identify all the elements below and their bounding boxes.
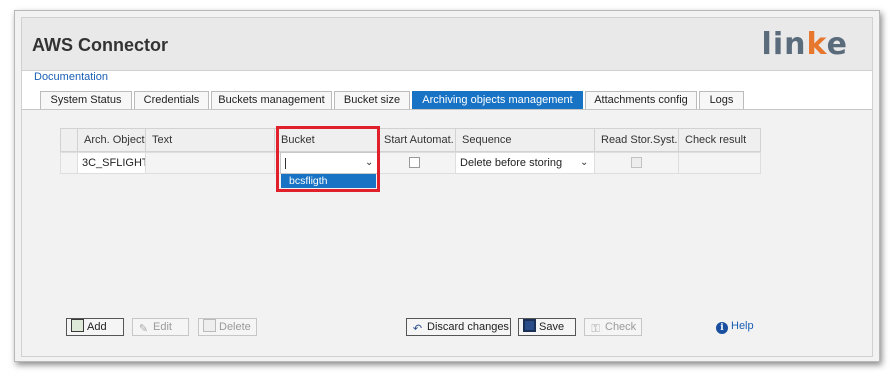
documentation-link[interactable]: Documentation	[34, 71, 108, 83]
sequence-value: Delete before storing	[460, 157, 563, 169]
add-button[interactable]: Add	[66, 318, 124, 336]
column-header-bucket[interactable]: Bucket	[274, 128, 378, 152]
row-selector-header[interactable]	[60, 128, 78, 152]
bucket-select[interactable]: ⌄	[280, 152, 378, 174]
info-icon: i	[716, 322, 728, 334]
pencil-icon: ✎	[138, 323, 149, 335]
bucket-dropdown-option[interactable]: bcsfligth	[281, 174, 376, 188]
app-header: AWS Connector linke	[21, 17, 873, 71]
tab-credentials[interactable]: Credentials	[134, 91, 209, 109]
check-button[interactable]: ⚿ Check	[584, 318, 642, 336]
read-stor-syst-cell	[594, 152, 679, 174]
check-result-cell	[678, 152, 761, 174]
tab-logs[interactable]: Logs	[699, 91, 744, 109]
column-header-read-stor-syst[interactable]: Read Stor.Syst.	[594, 128, 679, 152]
delete-row-icon	[203, 319, 216, 332]
linke-logo: linke	[761, 27, 848, 62]
undo-icon: ↶	[412, 323, 423, 335]
tab-bucket-size[interactable]: Bucket size	[334, 91, 410, 109]
check-lock-icon: ⚿	[591, 323, 600, 335]
floppy-disk-icon	[523, 319, 536, 332]
read-stor-syst-checkbox	[631, 157, 642, 168]
add-row-icon	[71, 319, 84, 332]
chevron-down-icon[interactable]: ⌄	[365, 158, 373, 168]
tab-attachments-config[interactable]: Attachments config	[585, 91, 697, 109]
column-header-arch-object[interactable]: Arch. Object	[77, 128, 146, 152]
column-header-text[interactable]: Text	[145, 128, 275, 152]
tab-system-status[interactable]: System Status	[40, 91, 132, 109]
row-selector[interactable]	[60, 152, 78, 174]
start-automat-checkbox[interactable]	[409, 157, 420, 168]
save-button[interactable]: Save	[518, 318, 576, 336]
chevron-down-icon: ⌄	[580, 157, 589, 168]
delete-button[interactable]: Delete	[198, 318, 257, 336]
discard-changes-button[interactable]: ↶ Discard changes	[406, 318, 511, 336]
column-header-sequence[interactable]: Sequence	[455, 128, 595, 152]
sequence-select[interactable]: Delete before storing ⌄	[455, 152, 595, 174]
help-link[interactable]: i Help	[716, 320, 754, 334]
text-cursor	[285, 158, 286, 169]
tab-archiving-objects-management[interactable]: Archiving objects management	[412, 91, 583, 109]
arch-object-cell[interactable]: 3C_SFLIGHT	[77, 152, 146, 174]
edit-button[interactable]: ✎ Edit	[132, 318, 189, 336]
tab-buckets-management[interactable]: Buckets management	[211, 91, 332, 109]
app-title: AWS Connector	[32, 35, 169, 55]
column-header-start-automat[interactable]: Start Automat.	[377, 128, 456, 152]
text-cell	[145, 152, 275, 174]
tab-bar: System Status Credentials Buckets manage…	[21, 87, 873, 109]
app-window: AWS Connector linke Documentation System…	[14, 10, 880, 362]
start-automat-cell	[377, 152, 456, 174]
documentation-bar: Documentation	[21, 71, 873, 87]
archiving-objects-panel: Arch. Object Text Bucket Start Automat. …	[21, 109, 873, 357]
column-header-check-result[interactable]: Check result	[678, 128, 761, 152]
